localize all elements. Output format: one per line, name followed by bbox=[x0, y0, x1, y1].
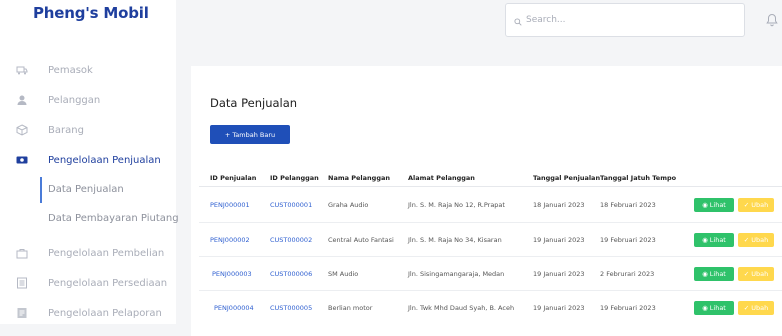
column-header: Nama Pelanggan bbox=[328, 174, 390, 182]
row-divider bbox=[199, 222, 782, 223]
row-divider bbox=[199, 256, 782, 257]
column-header: Tanggal Penjualan bbox=[533, 174, 601, 182]
customer-id-link[interactable]: CUST000006 bbox=[270, 270, 312, 278]
sidebar-item-label: Pemasok bbox=[48, 64, 93, 76]
sidebar-item-label: Pengelolaan Pelaporan bbox=[48, 307, 162, 319]
customer-name: Berlian motor bbox=[328, 304, 373, 312]
view-button[interactable]: ◉ Lihat bbox=[694, 267, 734, 281]
sale-date: 19 Januari 2023 bbox=[533, 304, 585, 312]
cash-icon bbox=[16, 154, 28, 166]
sidebar-subitem-data-penjualan[interactable]: Data Penjualan bbox=[48, 184, 124, 195]
sidebar-item-pengelolaan-pelaporan[interactable]: Pengelolaan Pelaporan bbox=[0, 303, 176, 323]
customer-id-link[interactable]: CUST000001 bbox=[270, 201, 312, 209]
customer-name: Central Auto Fantasi bbox=[328, 236, 394, 244]
due-date: 19 Februari 2023 bbox=[600, 236, 656, 244]
sale-id-link[interactable]: PENJ000004 bbox=[214, 304, 254, 312]
due-date: 2 Februrari 2023 bbox=[600, 270, 655, 278]
bag-icon bbox=[16, 247, 28, 259]
active-sub-indicator bbox=[40, 177, 42, 203]
edit-button[interactable]: ✓ Ubah bbox=[738, 267, 774, 281]
sidebar-item-barang[interactable]: Barang bbox=[0, 120, 176, 140]
sidebar-item-label: Pengelolaan Pembelian bbox=[48, 247, 165, 259]
sale-id-link[interactable]: PENJ000003 bbox=[212, 270, 252, 278]
check-icon: ✓ bbox=[743, 304, 750, 312]
customer-name: Graha Audio bbox=[328, 201, 369, 209]
sale-date: 19 Januari 2023 bbox=[533, 270, 585, 278]
sidebar-item-pengelolaan-penjualan[interactable]: Pengelolaan Penjualan bbox=[0, 150, 176, 170]
view-button[interactable]: ◉ Lihat bbox=[694, 233, 734, 247]
due-date: 18 Februari 2023 bbox=[600, 201, 656, 209]
search-input[interactable]: Search... bbox=[505, 3, 745, 37]
check-icon: ✓ bbox=[743, 270, 750, 278]
customer-address: Jln. S. M. Raja No 12, R.Prapat bbox=[408, 201, 505, 209]
edit-button[interactable]: ✓ Ubah bbox=[738, 301, 774, 315]
bell-icon[interactable] bbox=[766, 12, 778, 31]
sale-date: 19 Januari 2023 bbox=[533, 236, 585, 244]
report-icon bbox=[16, 307, 28, 319]
brand-logo: Pheng's Mobil bbox=[33, 4, 149, 22]
header-divider bbox=[199, 186, 782, 187]
view-button[interactable]: ◉ Lihat bbox=[694, 198, 734, 212]
column-header: ID Pelanggan bbox=[270, 174, 319, 182]
column-header: Alamat Pelanggan bbox=[408, 174, 475, 182]
eye-icon: ◉ bbox=[702, 270, 708, 278]
check-icon: ✓ bbox=[743, 236, 750, 244]
sidebar-item-pengelolaan-pembelian[interactable]: Pengelolaan Pembelian bbox=[0, 243, 176, 263]
customer-address: Jln. Twk Mhd Daud Syah, B. Aceh bbox=[408, 304, 515, 312]
inventory-icon bbox=[16, 277, 28, 289]
sidebar-item-label: Pengelolaan Persediaan bbox=[48, 277, 168, 289]
add-new-button[interactable]: + Tambah Baru bbox=[210, 125, 290, 144]
eye-icon: ◉ bbox=[702, 304, 708, 312]
due-date: 19 Februari 2023 bbox=[600, 304, 656, 312]
sidebar-item-label: Pelanggan bbox=[48, 94, 101, 106]
customer-name: SM Audio bbox=[328, 270, 359, 278]
check-icon: ✓ bbox=[743, 201, 750, 209]
edit-button[interactable]: ✓ Ubah bbox=[738, 198, 774, 212]
column-header: Tanggal Jatuh Tempo bbox=[600, 174, 677, 182]
customer-address: Jln. Sisingamangaraja, Medan bbox=[408, 270, 505, 278]
sidebar-item-pengelolaan-persediaan[interactable]: Pengelolaan Persediaan bbox=[0, 273, 176, 293]
edit-button[interactable]: ✓ Ubah bbox=[738, 233, 774, 247]
eye-icon: ◉ bbox=[702, 236, 708, 244]
view-button[interactable]: ◉ Lihat bbox=[694, 301, 734, 315]
sidebar-item-pemasok[interactable]: Pemasok bbox=[0, 60, 176, 80]
box-icon bbox=[16, 124, 28, 136]
sidebar-subitem-data-pembayaran-piutang[interactable]: Data Pembayaran Piutang bbox=[48, 213, 179, 224]
search-icon bbox=[514, 11, 522, 30]
user-icon bbox=[16, 94, 28, 106]
truck-icon bbox=[16, 64, 28, 76]
page-title: Data Penjualan bbox=[210, 96, 298, 110]
sale-date: 18 Januari 2023 bbox=[533, 201, 585, 209]
column-header: ID Penjualan bbox=[210, 174, 257, 182]
sidebar-item-label: Barang bbox=[48, 124, 84, 136]
sidebar-item-pelanggan[interactable]: Pelanggan bbox=[0, 90, 176, 110]
sidebar-item-label: Pengelolaan Penjualan bbox=[48, 154, 161, 166]
sale-id-link[interactable]: PENJ000001 bbox=[210, 201, 250, 209]
row-divider bbox=[199, 290, 782, 291]
customer-id-link[interactable]: CUST000005 bbox=[270, 304, 312, 312]
sidebar: Pheng's Mobil Pemasok Pelanggan Barang P… bbox=[0, 0, 179, 324]
search-placeholder: Search... bbox=[526, 15, 566, 25]
customer-address: Jln. S. M. Raja No 34, Kisaran bbox=[408, 236, 502, 244]
customer-id-link[interactable]: CUST000002 bbox=[270, 236, 312, 244]
eye-icon: ◉ bbox=[702, 201, 708, 209]
sale-id-link[interactable]: PENJ000002 bbox=[210, 236, 250, 244]
